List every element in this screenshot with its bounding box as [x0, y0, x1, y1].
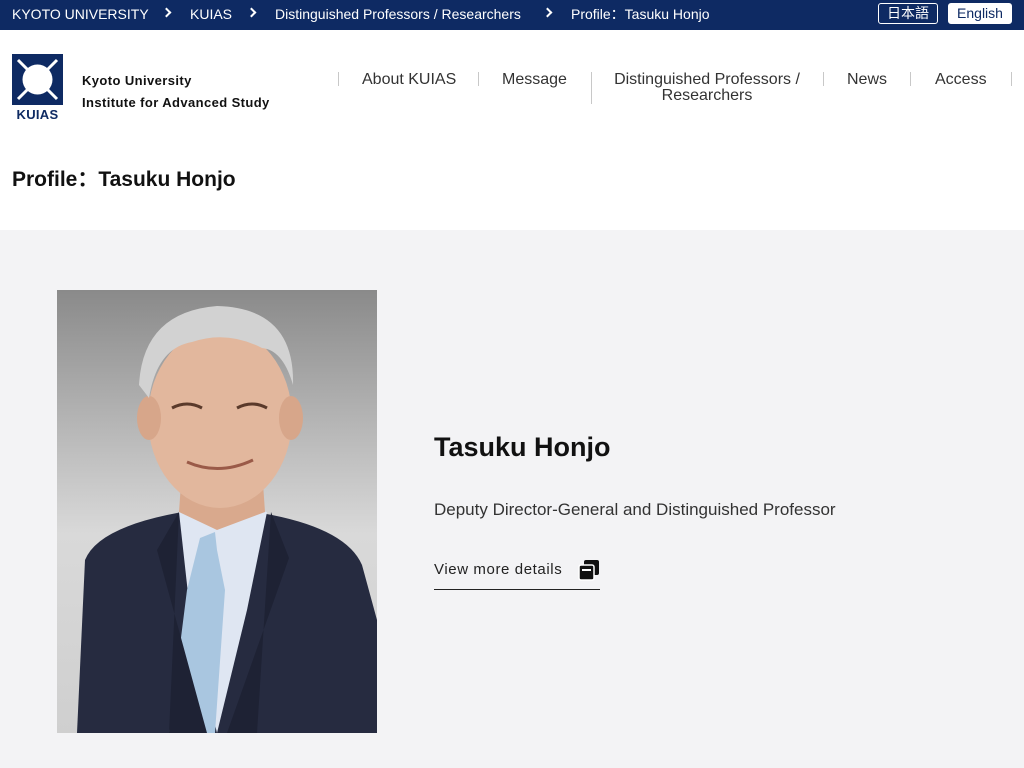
profile-name: Tasuku Honjo — [434, 432, 611, 462]
profile-photo — [57, 290, 377, 733]
chevron-right-icon — [542, 7, 553, 18]
logo-wordmark: KUIAS — [16, 107, 59, 122]
chevron-right-icon — [246, 7, 257, 18]
nav-about-kuias[interactable]: About KUIAS — [362, 72, 456, 88]
nav-access[interactable]: Access — [935, 72, 987, 88]
top-bar: KYOTO UNIVERSITY KUIAS Distinguished Pro… — [0, 0, 1024, 30]
site-header: KUIAS Kyoto University Institute for Adv… — [0, 30, 1024, 230]
profile-position: Deputy Director-General and Distinguishe… — [434, 500, 836, 519]
nav-divider — [823, 72, 824, 86]
breadcrumb-professors[interactable]: Distinguished Professors / Researchers — [275, 6, 521, 22]
nav-divider — [338, 72, 339, 86]
kuias-logo-mark — [12, 54, 63, 105]
external-window-icon — [578, 560, 599, 581]
nav-message[interactable]: Message — [502, 72, 567, 88]
breadcrumb-current-page: Profile：Tasuku Honjo — [571, 6, 710, 22]
institution-name[interactable]: Kyoto University Institute for Advanced … — [82, 70, 270, 114]
nav-divider — [1011, 72, 1012, 86]
chevron-right-icon — [161, 7, 172, 18]
nav-news[interactable]: News — [847, 72, 887, 88]
view-more-details-label: View more details — [434, 561, 563, 578]
breadcrumb-kyoto-university[interactable]: KYOTO UNIVERSITY — [12, 6, 149, 22]
institution-line-2: Institute for Advanced Study — [82, 95, 270, 110]
institution-line-1: Kyoto University — [82, 73, 192, 88]
view-more-details-link[interactable]: View more details — [434, 559, 600, 590]
breadcrumb-kuias[interactable]: KUIAS — [190, 6, 232, 22]
nav-divider — [910, 72, 911, 86]
nav-professors-line-1: Distinguished Professors / — [614, 71, 800, 88]
nav-professors[interactable]: Distinguished Professors / Researchers — [602, 72, 812, 104]
language-english-button[interactable]: English — [948, 3, 1012, 24]
kuias-logo[interactable]: KUIAS — [12, 54, 63, 124]
page-title: Profile：Tasuku Honjo — [12, 168, 236, 191]
nav-divider — [478, 72, 479, 86]
nav-divider — [591, 72, 592, 104]
language-japanese-button[interactable]: 日本語 — [878, 3, 938, 24]
nav-professors-line-2: Researchers — [661, 87, 753, 104]
